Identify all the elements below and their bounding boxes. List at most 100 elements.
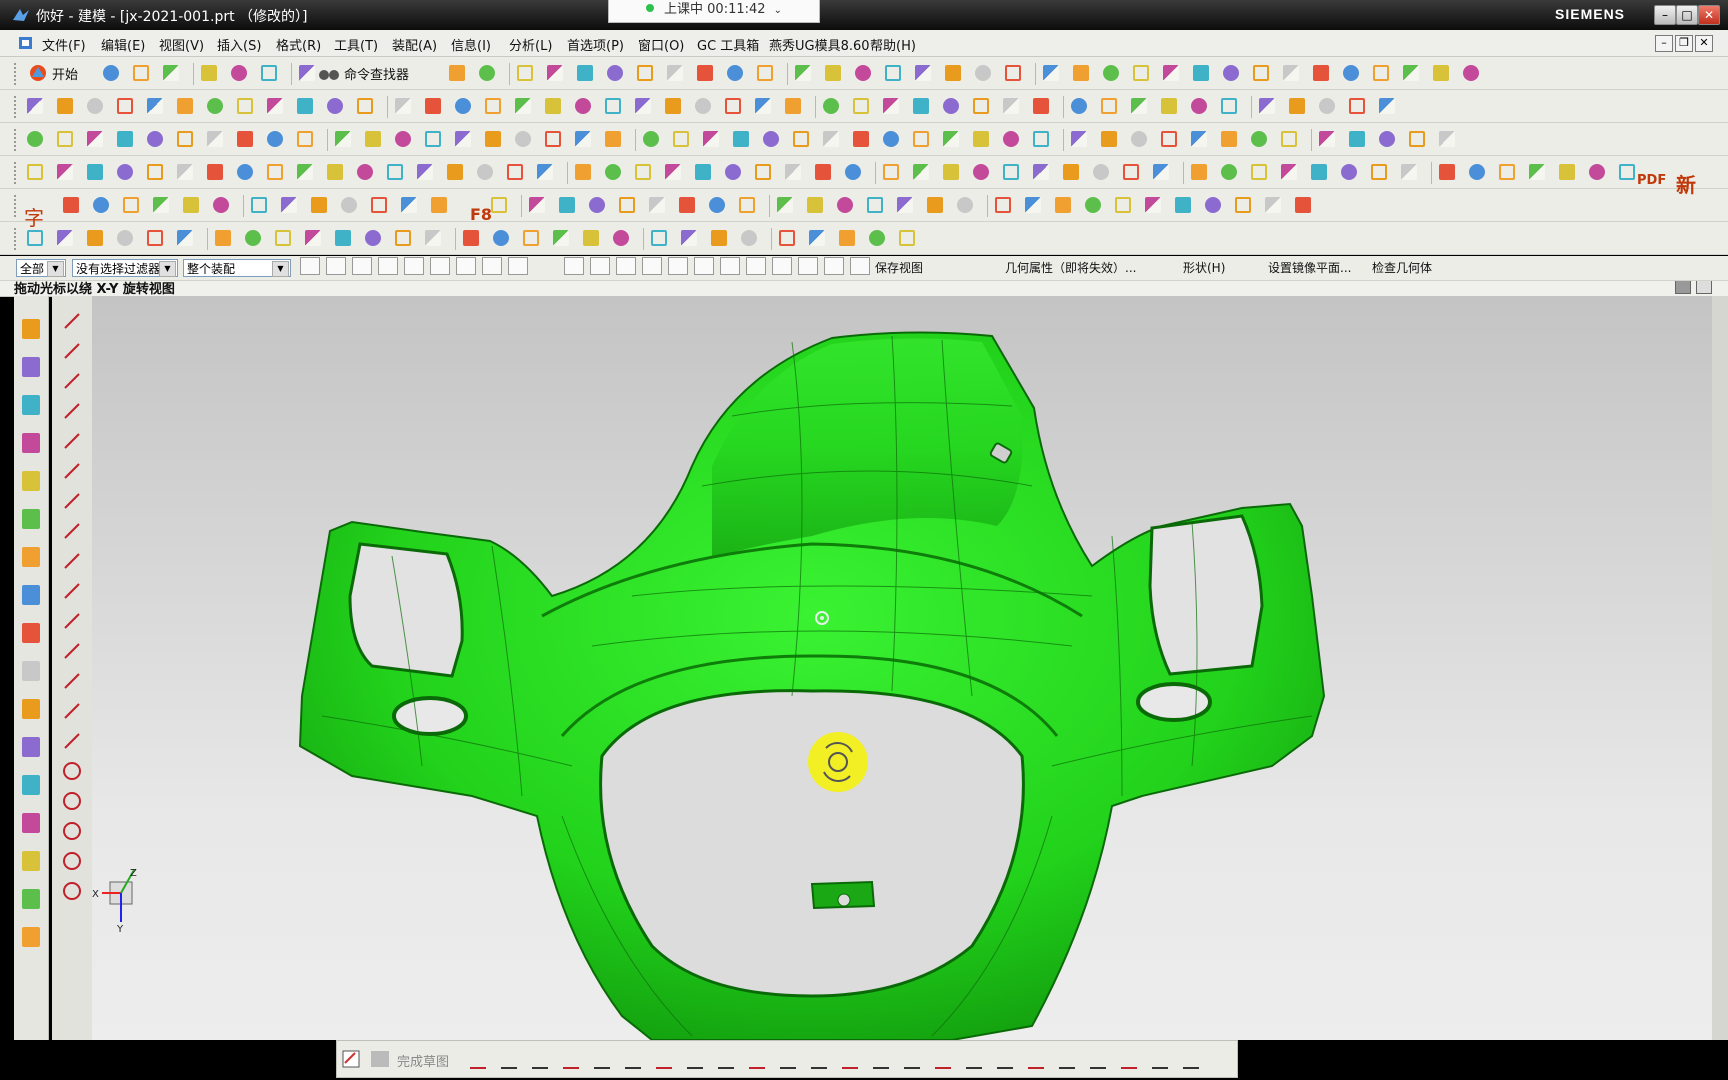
snap-point-icon[interactable] (326, 257, 346, 275)
sketch-tool-icon[interactable] (61, 790, 83, 812)
toolbar-tool-icon[interactable] (632, 95, 654, 117)
toolbar-tool-icon[interactable] (692, 161, 714, 183)
snap-point-icon[interactable] (824, 257, 844, 275)
toolbar-tool-icon[interactable] (852, 62, 874, 84)
sketch-curve-tool-icon[interactable] (622, 1048, 644, 1070)
toolbar-tool-icon[interactable] (1370, 62, 1392, 84)
toolbar-tool-icon[interactable] (722, 161, 744, 183)
toolbar-tool-icon[interactable] (972, 62, 994, 84)
toolbar-tool-icon[interactable] (792, 62, 814, 84)
toolbar-tool-icon[interactable] (1000, 95, 1022, 117)
resource-tab-icon[interactable] (19, 316, 43, 344)
toolbar-tool-icon[interactable] (880, 161, 902, 183)
toolbar-tool-icon[interactable] (1218, 161, 1240, 183)
sketch-curve-tool-icon[interactable] (963, 1048, 985, 1070)
toolbar-tool-icon[interactable] (54, 128, 76, 150)
minimize-button[interactable]: – (1654, 5, 1676, 25)
toolbar-tool-icon[interactable] (1188, 95, 1210, 117)
sketch-curve-tool-icon[interactable] (560, 1048, 582, 1070)
toolbar-tool-icon[interactable] (850, 128, 872, 150)
toolbar-tool-icon[interactable] (1466, 161, 1488, 183)
menu-preferences[interactable]: 首选项(P) (567, 35, 624, 54)
toolbar-tool-icon[interactable] (572, 95, 594, 117)
toolbar-tool-icon[interactable] (490, 227, 512, 249)
toolbar-tool-icon[interactable] (294, 128, 316, 150)
toolbar-tool-icon[interactable] (174, 95, 196, 117)
toolbar-tool-icon[interactable] (670, 128, 692, 150)
toolbar-tool-icon[interactable] (1112, 194, 1134, 216)
toolbar-tool-icon[interactable] (24, 128, 46, 150)
toolbar-tool-icon[interactable] (1406, 128, 1428, 150)
toolbar-tool-icon[interactable] (550, 227, 572, 249)
doc-restore-button[interactable]: ❐ (1675, 35, 1693, 52)
toolbar-tool-icon[interactable] (602, 95, 624, 117)
toolbar-tool-icon[interactable] (910, 128, 932, 150)
toolbar-tool-icon[interactable] (1286, 95, 1308, 117)
shape-menu-button[interactable]: 形状(H) (1183, 259, 1225, 276)
sketch-curve-tool-icon[interactable] (1180, 1048, 1202, 1070)
toolbar-tool-icon[interactable] (1002, 62, 1024, 84)
toolbar-tool-icon[interactable] (1000, 128, 1022, 150)
sketch-tool-icon[interactable] (61, 880, 83, 902)
toolbar-tool-icon[interactable] (1616, 161, 1638, 183)
toolbar-tool-icon[interactable] (662, 95, 684, 117)
toolbar-tool-icon[interactable] (422, 95, 444, 117)
toolbar-tool-icon[interactable] (452, 95, 474, 117)
toolbar-tool-icon[interactable] (1278, 161, 1300, 183)
close-button[interactable]: ✕ (1698, 5, 1720, 25)
toolbar-tool-icon[interactable] (1400, 62, 1422, 84)
toolbar-grip[interactable] (14, 129, 20, 151)
toolbar-tool-icon[interactable] (1100, 62, 1122, 84)
toolbar-tool-icon[interactable] (160, 62, 182, 84)
sketch-curve-tool-icon[interactable] (467, 1048, 489, 1070)
menu-window[interactable]: 窗口(O) (638, 35, 684, 54)
sketch-curve-tool-icon[interactable] (591, 1048, 613, 1070)
start-button[interactable]: 开始 (24, 60, 94, 86)
toolbar-tool-icon[interactable] (1190, 62, 1212, 84)
toolbar-tool-icon[interactable] (272, 227, 294, 249)
toolbar-tool-icon[interactable] (362, 227, 384, 249)
toolbar-tool-icon[interactable] (1398, 161, 1420, 183)
toolbar-tool-icon[interactable] (724, 62, 746, 84)
toolbar-tool-icon[interactable] (114, 161, 136, 183)
toolbar-tool-icon[interactable] (942, 62, 964, 84)
toolbar-tool-icon[interactable] (482, 95, 504, 117)
toolbar-tool-icon[interactable] (114, 95, 136, 117)
toolbar-tool-icon[interactable] (520, 227, 542, 249)
menu-analysis[interactable]: 分析(L) (509, 35, 552, 54)
sketch-curve-tool-icon[interactable] (1087, 1048, 1109, 1070)
toolbar-tool-icon[interactable] (640, 128, 662, 150)
toolbar-tool-icon[interactable] (534, 161, 556, 183)
toolbar-tool-icon[interactable] (1526, 161, 1548, 183)
toolbar-tool-icon[interactable] (572, 161, 594, 183)
toolbar-tool-icon[interactable] (84, 161, 106, 183)
resource-tab-icon[interactable] (19, 354, 43, 382)
resource-tab-icon[interactable] (19, 392, 43, 420)
snap-point-icon[interactable] (668, 257, 688, 275)
toolbar-tool-icon[interactable] (866, 227, 888, 249)
menu-yanxiu-mold[interactable]: 燕秀UG模具8.60 (769, 35, 870, 54)
snap-point-icon[interactable] (590, 257, 610, 275)
toolbar-tool-icon[interactable] (258, 62, 280, 84)
toolbar-tool-icon[interactable] (1376, 128, 1398, 150)
toolbar-tool-icon[interactable] (940, 161, 962, 183)
toolbar-tool-icon[interactable] (602, 128, 624, 150)
snap-point-icon[interactable] (694, 257, 714, 275)
toolbar-tool-icon[interactable] (616, 194, 638, 216)
toolbar-tool-icon[interactable] (676, 194, 698, 216)
menu-assembly[interactable]: 装配(A) (392, 35, 437, 54)
toolbar-tool-icon[interactable] (1068, 128, 1090, 150)
toolbar-tool-icon[interactable] (580, 227, 602, 249)
toolbar-tool-icon[interactable] (474, 161, 496, 183)
toolbar-tool-icon[interactable] (880, 95, 902, 117)
menu-format[interactable]: 格式(R) (276, 35, 321, 54)
toolbar-tool-icon[interactable] (910, 161, 932, 183)
pdf-export-button[interactable]: PDF (1637, 173, 1666, 188)
toolbar-tool-icon[interactable] (1188, 161, 1210, 183)
toolbar-tool-icon[interactable] (1218, 95, 1240, 117)
toolbar-tool-icon[interactable] (1280, 62, 1302, 84)
toolbar-tool-icon[interactable] (90, 194, 112, 216)
snap-point-icon[interactable] (352, 257, 372, 275)
sketch-curve-tool-icon[interactable] (653, 1048, 675, 1070)
toolbar-tool-icon[interactable] (24, 95, 46, 117)
